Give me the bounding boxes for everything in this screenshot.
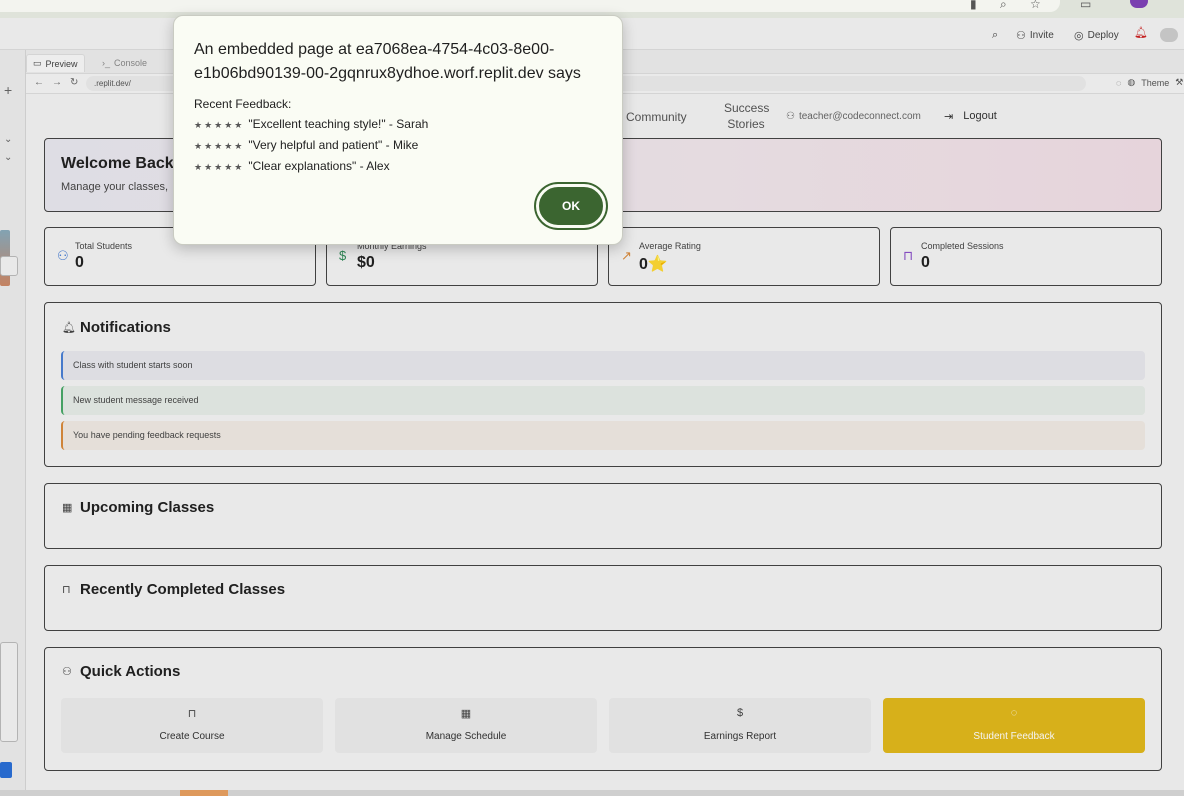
star-icon[interactable]: ☆ [1030,0,1041,11]
feedback-line: ★★★★★ "Excellent teaching style!" - Sarah [194,114,428,135]
search-icon[interactable]: ⌕ [1000,0,1007,12]
feedback-text: "Excellent teaching style!" - Sarah [248,117,429,131]
dialog-title: An embedded page at ea7068ea-4754-4c03-8… [194,41,581,82]
feedback-text: "Very helpful and patient" - Mike [248,138,419,152]
browser-tabbar [0,0,1060,12]
alert-dialog: An embedded page at ea7068ea-4754-4c03-8… [173,15,623,245]
feedback-line: ★★★★★ "Clear explanations" - Alex [194,156,428,177]
window-icon[interactable]: ▭ [1080,0,1091,11]
extension-icon[interactable]: ▮ [970,0,977,11]
dialog-heading: Recent Feedback: [194,97,292,111]
feedback-text: "Clear explanations" - Alex [248,159,390,173]
dialog-body: Recent Feedback: ★★★★★ "Excellent teachin… [194,94,428,177]
star-rating: ★★★★★ [194,162,245,172]
profile-avatar[interactable] [1130,0,1148,8]
star-rating: ★★★★★ [194,120,245,130]
ok-button[interactable]: OK [536,184,606,228]
star-rating: ★★★★★ [194,141,245,151]
feedback-line: ★★★★★ "Very helpful and patient" - Mike [194,135,428,156]
